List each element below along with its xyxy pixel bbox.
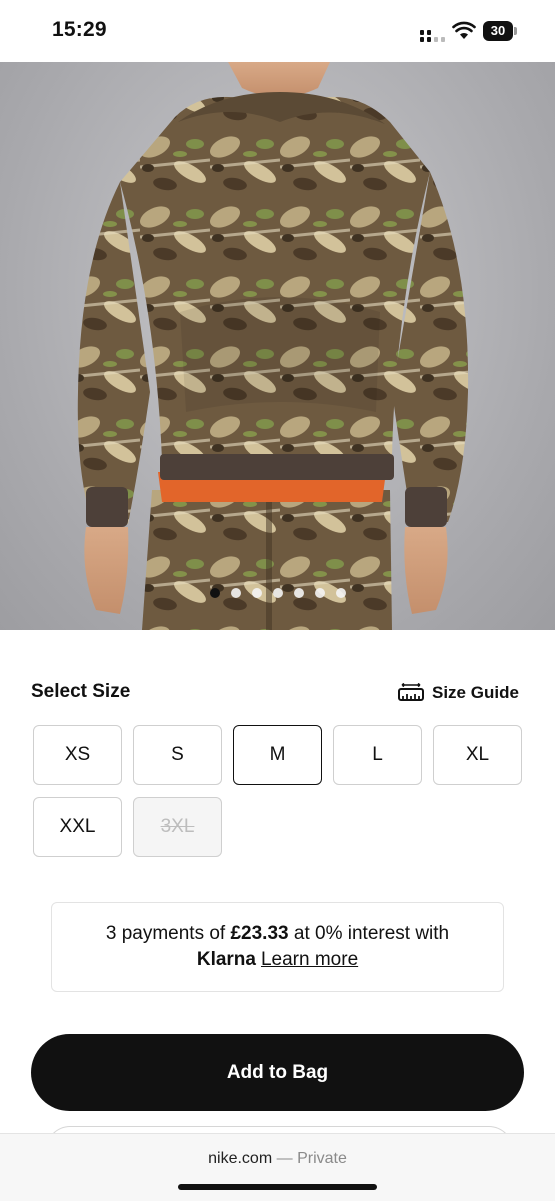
product-image[interactable] — [0, 62, 555, 630]
battery-icon: 30 — [483, 21, 519, 41]
add-to-bag-button[interactable]: Add to Bag — [31, 1034, 524, 1111]
home-indicator[interactable] — [178, 1184, 377, 1190]
klarna-payment-text: 3 payments of £23.33 at 0% interest with — [105, 923, 450, 944]
select-size-heading: Select Size — [31, 681, 131, 702]
status-time: 15:29 — [52, 18, 107, 41]
carousel-dot[interactable] — [210, 588, 220, 598]
ruler-icon — [398, 683, 424, 701]
size-guide-label: Size Guide — [432, 683, 519, 702]
size-option-l[interactable]: L — [333, 725, 422, 785]
battery-level: 30 — [490, 23, 506, 38]
wifi-icon — [452, 21, 476, 39]
klarna-amount: £23.33 — [230, 923, 289, 944]
browser-address-bar[interactable]: nike.com — Private — [0, 1133, 555, 1201]
status-bar: 15:29 30 — [0, 0, 555, 62]
size-option-xl[interactable]: XL — [433, 725, 522, 785]
klarna-learn-more-link[interactable]: Learn more — [261, 949, 358, 970]
product-photo — [77, 62, 469, 630]
carousel-dot[interactable] — [294, 588, 304, 598]
signal-icon — [420, 30, 445, 42]
size-guide-link[interactable]: Size Guide — [397, 680, 519, 706]
carousel-dot[interactable] — [231, 588, 241, 598]
carousel-dot[interactable] — [252, 588, 262, 598]
klarna-logo: Klarna — [196, 949, 256, 970]
size-option-s[interactable]: S — [133, 725, 222, 785]
carousel-dot[interactable] — [273, 588, 283, 598]
carousel-dot[interactable] — [336, 588, 346, 598]
url-label: nike.com — Private — [208, 1150, 347, 1167]
size-option-m[interactable]: M — [233, 725, 322, 785]
size-option-xs[interactable]: XS — [33, 725, 122, 785]
size-option-3xl: 3XL — [133, 797, 222, 857]
carousel-dot[interactable] — [315, 588, 325, 598]
carousel-dots — [0, 588, 555, 600]
size-option-xxl[interactable]: XXL — [33, 797, 122, 857]
klarna-banner: 3 payments of £23.33 at 0% interest with… — [51, 902, 504, 992]
